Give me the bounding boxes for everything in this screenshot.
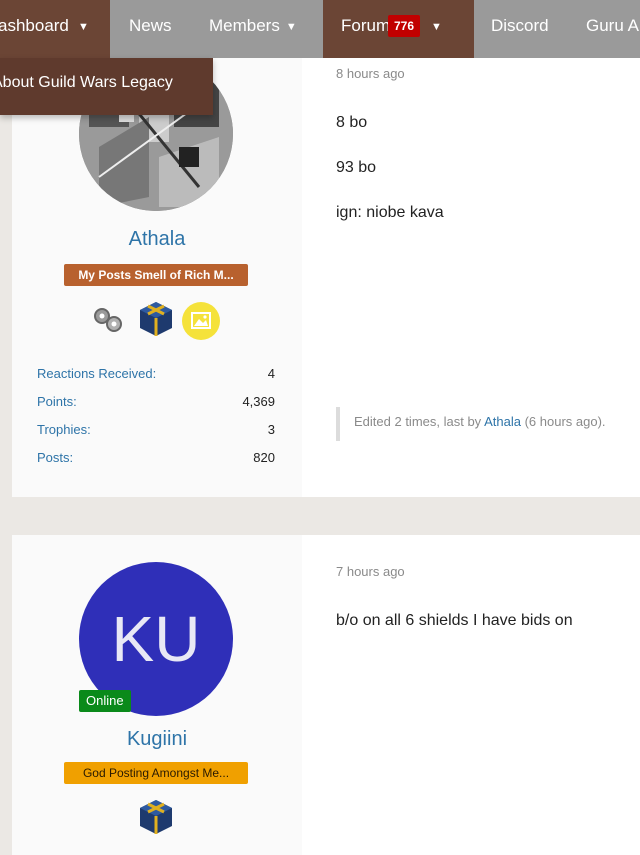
nav-discord-label: Discord (491, 16, 549, 35)
edit-note-suffix: (6 hours ago). (524, 414, 606, 429)
edit-history-note: Edited 2 times, last by Athala (6 hours … (336, 407, 606, 441)
post-line: b/o on all 6 shields I have bids on (336, 612, 573, 629)
edit-note-prefix: Edited 2 times, last by (354, 414, 482, 429)
nav-news-label: News (129, 16, 172, 35)
nav-forum[interactable]: Forum 776 ▼ (323, 0, 474, 58)
post-timestamp[interactable]: 7 hours ago (336, 564, 405, 579)
chevron-down-icon: ▼ (285, 21, 297, 33)
stat-value: 3 (267, 422, 275, 437)
editor-username[interactable]: Athala (484, 414, 521, 429)
stat-row: Points: 4,369 (37, 394, 275, 422)
stat-row: Reactions Received: 4 (37, 366, 275, 394)
nav-news[interactable]: News (129, 0, 172, 58)
stat-value: 4,369 (242, 394, 275, 409)
nav-dashboard[interactable]: ashboard ▼ (0, 0, 110, 58)
user-title-banner: God Posting Amongst Me... (64, 762, 248, 784)
stat-value: 4 (267, 366, 275, 381)
nav-discord[interactable]: Discord (491, 0, 549, 58)
stat-label[interactable]: Points: (37, 394, 77, 409)
chevron-down-icon: ▼ (78, 21, 89, 33)
user-info-column: KU Online Kugiini God Posting Amongst Me… (12, 535, 302, 855)
nav-members-label: Members (209, 16, 280, 35)
user-title-banner: My Posts Smell of Rich M... (64, 264, 248, 286)
nav-dashboard-label: ashboard (0, 16, 69, 35)
stat-label[interactable]: Reactions Received: (37, 366, 156, 381)
nav-guru-label: Guru A (586, 16, 639, 35)
online-status-badge: Online (79, 690, 131, 712)
post-timestamp[interactable]: 8 hours ago (336, 66, 405, 81)
dashboard-dropdown-menu: About Guild Wars Legacy (0, 58, 213, 115)
gears-icon[interactable] (92, 306, 124, 339)
post-line: 8 bo (336, 114, 368, 131)
nav-guru[interactable]: Guru A (586, 0, 639, 58)
image-icon[interactable] (181, 301, 221, 346)
chevron-down-icon: ▼ (431, 21, 442, 33)
username[interactable]: Athala (12, 228, 302, 251)
forum-post: KU Online Kugiini God Posting Amongst Me… (12, 535, 640, 855)
username[interactable]: Kugiini (12, 728, 302, 751)
menu-item-about[interactable]: About Guild Wars Legacy (0, 74, 173, 92)
nav-members[interactable]: Members ▼ (209, 0, 297, 58)
unread-count-badge: 776 (388, 15, 421, 37)
top-navigation: ashboard ▼ News Members ▼ Forum 776 ▼ Dis… (0, 0, 640, 58)
nav-forum-label: Forum (341, 16, 391, 35)
gift-box-icon[interactable] (137, 300, 175, 343)
stat-row: Posts: 820 (37, 450, 275, 478)
post-line: 93 bo (336, 159, 377, 176)
user-stats: Reactions Received: 4 Points: 4,369 Trop… (37, 366, 275, 478)
stat-label[interactable]: Trophies: (37, 422, 91, 437)
stat-value: 820 (253, 450, 275, 465)
post-line: ign: niobe kava (336, 204, 444, 221)
stat-row: Trophies: 3 (37, 422, 275, 450)
stat-label[interactable]: Posts: (37, 450, 73, 465)
